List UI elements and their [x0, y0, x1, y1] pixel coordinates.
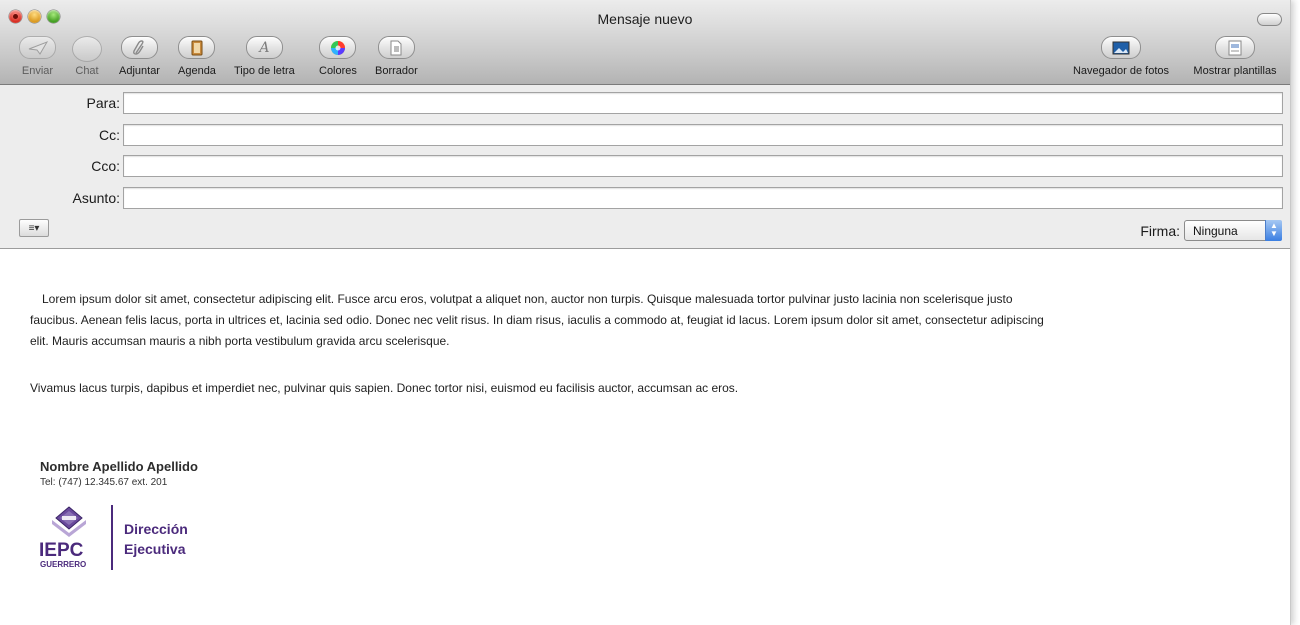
mail-compose-window: Mensaje nuevo Enviar Chat Adjuntar Agend… [0, 0, 1291, 625]
subject-row: Asunto: [0, 187, 1290, 211]
chat-button[interactable]: Chat [72, 36, 102, 77]
toolbar-toggle-button[interactable] [1257, 13, 1282, 26]
paperclip-icon [120, 36, 158, 59]
show-templates-label: Mostrar plantillas [1193, 65, 1277, 77]
draft-label: Borrador [375, 65, 418, 77]
to-label: Para: [86, 95, 120, 111]
send-label: Enviar [21, 65, 54, 77]
department-line-1: Dirección [124, 521, 188, 537]
cc-field[interactable] [123, 124, 1283, 146]
signature-selected-value: Ninguna [1193, 223, 1238, 238]
draft-button[interactable]: Borrador [375, 36, 418, 77]
font-icon: A [245, 36, 283, 59]
chat-bubble-icon [72, 36, 102, 62]
body-paragraph-2: Vivamus lacus turpis, dapibus et imperdi… [30, 381, 739, 395]
templates-icon [1215, 36, 1255, 59]
fonts-button[interactable]: A Tipo de letra [234, 36, 295, 77]
attach-label: Adjuntar [119, 65, 160, 77]
header-options-button[interactable]: ≡▾ [19, 219, 49, 237]
colors-button[interactable]: Colores [319, 36, 357, 77]
signature-name: Nombre Apellido Apellido [40, 459, 198, 474]
window-toolbar: Mensaje nuevo Enviar Chat Adjuntar Agend… [0, 0, 1290, 85]
to-row: Para: [0, 92, 1290, 116]
to-field[interactable] [123, 92, 1283, 114]
color-wheel-icon [319, 36, 357, 59]
cc-row: Cc: [0, 124, 1290, 148]
body-paragraph-1: Lorem ipsum dolor sit amet, consectetur … [30, 292, 1044, 348]
bcc-field[interactable] [123, 155, 1283, 177]
cc-label: Cc: [99, 127, 120, 143]
bcc-row: Cco: [0, 155, 1290, 179]
paper-plane-icon [19, 36, 56, 59]
address-book-icon [178, 36, 216, 59]
subject-label: Asunto: [72, 190, 120, 206]
message-body[interactable]: Lorem ipsum dolor sit amet, consectetur … [0, 249, 1290, 625]
signature-label: Firma: [1140, 223, 1180, 239]
select-arrows-icon: ▲ ▼ [1265, 219, 1282, 241]
signature-select[interactable]: Ninguna ▲ ▼ [1184, 219, 1282, 241]
logo-subtext: GUERRERO [40, 560, 86, 569]
department-line-2: Ejecutiva [124, 541, 186, 557]
fonts-label: Tipo de letra [234, 65, 295, 77]
show-templates-button[interactable]: Mostrar plantillas [1180, 36, 1290, 77]
iepc-logo: IEPC GUERRERO [38, 505, 108, 569]
message-headers: Para: Cc: Cco: Asunto: ≡▾ Firma: Ninguna… [0, 85, 1290, 249]
signature-phone: Tel: (747) 12.345.67 ext. 201 [40, 477, 168, 488]
photo-browser-label: Navegador de fotos [1072, 65, 1169, 77]
colors-label: Colores [319, 65, 357, 77]
address-book-button[interactable]: Agenda [178, 36, 216, 77]
photo-browser-button[interactable]: Navegador de fotos [1061, 36, 1181, 77]
photo-browser-icon [1101, 36, 1141, 59]
address-book-label: Agenda [178, 65, 216, 77]
window-title: Mensaje nuevo [597, 11, 693, 27]
draft-document-icon [377, 36, 415, 59]
subject-field[interactable] [123, 187, 1283, 209]
logo-text: IEPC [39, 540, 84, 561]
chat-label: Chat [75, 65, 99, 77]
attach-button[interactable]: Adjuntar [119, 36, 160, 77]
send-button[interactable]: Enviar [19, 36, 56, 77]
bcc-label: Cco: [91, 158, 120, 174]
signature-divider [111, 505, 113, 570]
signature-department: Dirección Ejecutiva [124, 519, 188, 559]
